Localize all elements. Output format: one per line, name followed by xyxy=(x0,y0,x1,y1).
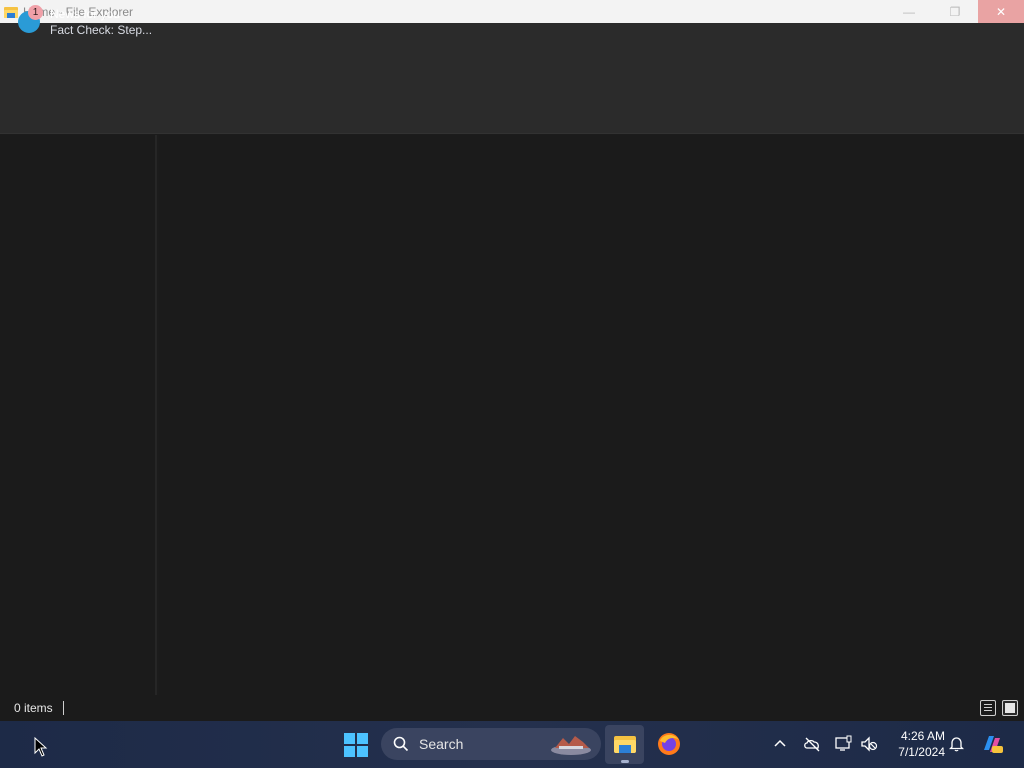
onedrive-offline-icon[interactable] xyxy=(803,736,821,752)
notification-badge: 1 xyxy=(28,5,43,20)
news-widget[interactable]: 1 News for you Fact Check: Step... xyxy=(18,5,152,38)
file-explorer-icon xyxy=(3,4,19,20)
start-button[interactable] xyxy=(344,733,368,757)
item-count: 0 items xyxy=(14,701,53,715)
active-app-indicator xyxy=(621,760,629,763)
volume-muted-icon[interactable] xyxy=(861,736,878,752)
status-bar: 0 items xyxy=(0,695,1024,721)
weather-news-icon: 1 xyxy=(18,5,43,33)
copilot-icon[interactable] xyxy=(980,732,1004,756)
status-separator xyxy=(62,701,64,715)
bell-icon[interactable] xyxy=(949,736,964,752)
file-list-area[interactable] xyxy=(159,135,1024,695)
windows-logo-icon xyxy=(344,746,355,757)
news-title: News for you xyxy=(50,7,121,21)
news-text: News for you Fact Check: Step... xyxy=(50,6,152,38)
file-explorer-icon[interactable] xyxy=(612,731,638,757)
command-bar xyxy=(0,23,1024,134)
search-label: Search xyxy=(419,736,464,752)
network-icon[interactable] xyxy=(835,735,852,752)
clock-time: 4:26 AM xyxy=(900,729,945,743)
details-view-button[interactable] xyxy=(980,700,996,716)
search-icon xyxy=(393,736,409,752)
tiles-view-button[interactable] xyxy=(1002,700,1018,716)
windows-logo-icon xyxy=(357,746,368,757)
mouse-cursor-icon xyxy=(34,737,48,757)
clock-date: 7/1/2024 xyxy=(898,745,945,759)
firefox-icon[interactable] xyxy=(656,731,682,757)
chevron-up-icon[interactable] xyxy=(773,737,787,751)
view-switcher xyxy=(980,700,1018,716)
windows-logo-icon xyxy=(344,733,355,744)
maximize-button[interactable]: ❐ xyxy=(932,0,978,23)
window-controls: — ❐ ✕ xyxy=(886,0,1024,23)
news-subtitle: Fact Check: Step... xyxy=(50,23,153,37)
system-clock[interactable]: 4:26 AM 7/1/2024 xyxy=(887,728,945,760)
search-highlight-icon xyxy=(551,736,591,755)
title-bar[interactable]: Home - File Explorer — ❐ ✕ xyxy=(0,0,1024,23)
taskbar-search[interactable]: Search xyxy=(381,728,601,760)
minimize-button[interactable]: — xyxy=(886,0,932,23)
navigation-pane[interactable] xyxy=(0,135,157,695)
windows-logo-icon xyxy=(357,733,368,744)
close-button[interactable]: ✕ xyxy=(978,0,1024,23)
